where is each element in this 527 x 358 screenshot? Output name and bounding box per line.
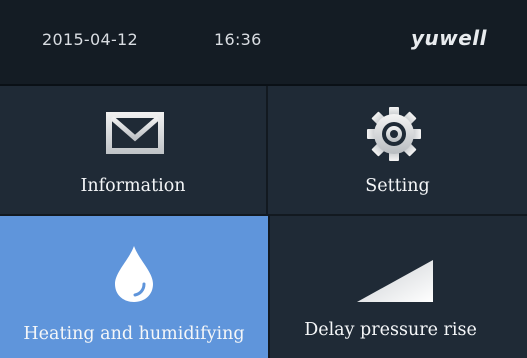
setting-tile[interactable]: Setting <box>268 86 527 216</box>
heating-humidifying-label: Heating and humidifying <box>23 324 245 344</box>
delay-pressure-rise-tile[interactable]: Delay pressure rise <box>268 216 527 358</box>
brand-logo: yuwell <box>410 26 487 50</box>
heating-humidifying-tile[interactable]: Heating and humidifying <box>0 216 268 358</box>
device-screen: 2015-04-12 16:36 yuwell Information Sett… <box>0 0 527 358</box>
date-display: 2015-04-12 <box>42 30 138 49</box>
envelope-icon <box>106 112 164 154</box>
time-display: 16:36 <box>214 30 262 49</box>
delay-pressure-rise-label: Delay pressure rise <box>304 320 477 340</box>
status-bar: 2015-04-12 16:36 yuwell <box>0 0 527 86</box>
setting-label: Setting <box>365 176 430 196</box>
water-drop-icon <box>115 246 153 302</box>
gear-icon <box>367 107 421 161</box>
information-label: Information <box>80 176 186 196</box>
information-tile[interactable]: Information <box>0 86 268 216</box>
ramp-icon <box>357 260 433 302</box>
